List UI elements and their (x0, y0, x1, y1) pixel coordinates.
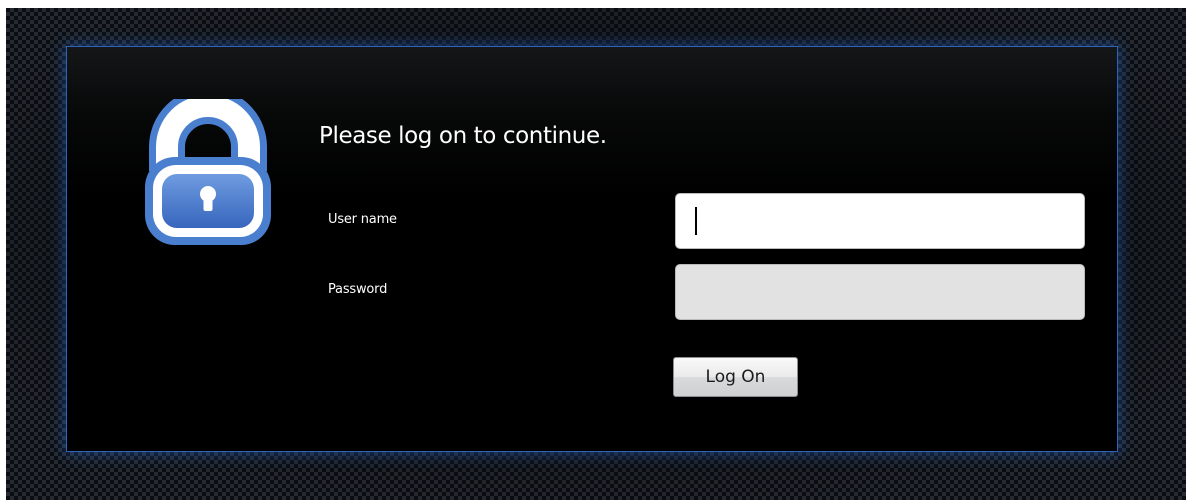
text-cursor (695, 207, 697, 235)
password-label: Password (328, 282, 388, 297)
username-input[interactable] (675, 193, 1085, 249)
log-on-button[interactable]: Log On (673, 357, 798, 397)
login-panel: Please log on to continue. User name Pas… (66, 46, 1118, 452)
background: Please log on to continue. User name Pas… (6, 8, 1186, 500)
page-title: Please log on to continue. (319, 123, 607, 149)
username-label: User name (328, 212, 397, 227)
password-input[interactable] (675, 264, 1085, 320)
lock-icon (145, 99, 271, 245)
